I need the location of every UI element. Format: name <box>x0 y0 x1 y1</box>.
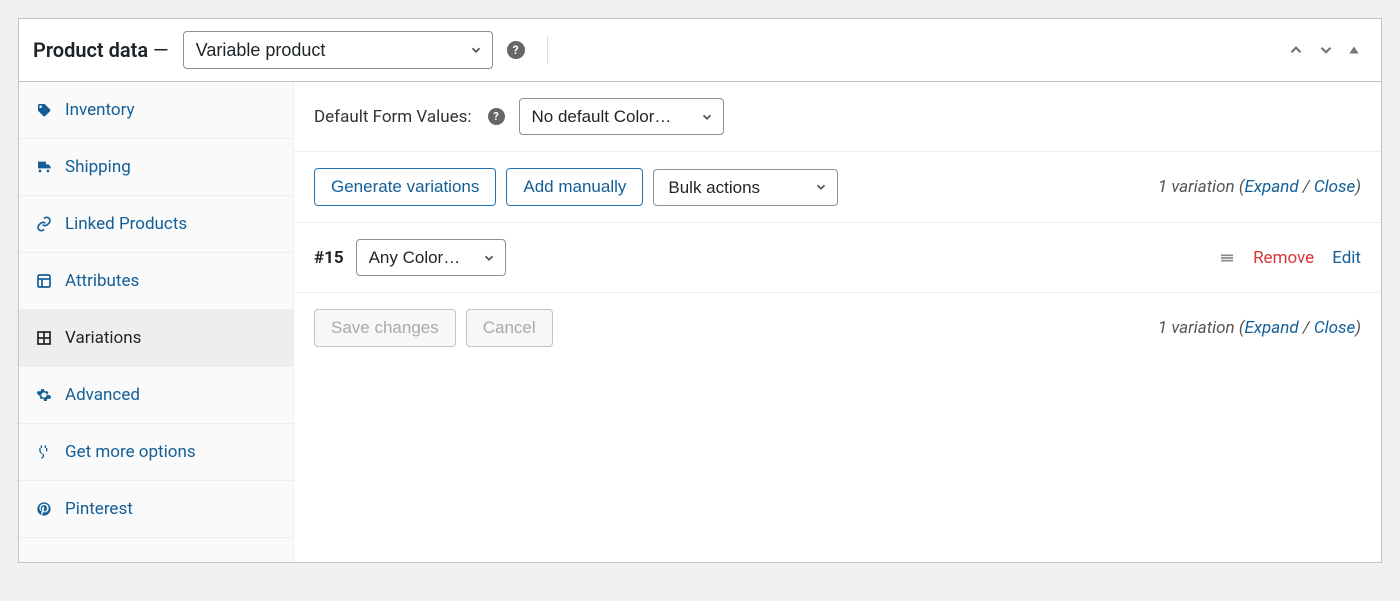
panel-down-button[interactable] <box>1311 37 1341 63</box>
sidebar-item-label: Variations <box>65 328 141 348</box>
sidebar-item-shipping[interactable]: Shipping <box>19 139 293 196</box>
edit-variation-link[interactable]: Edit <box>1332 248 1361 268</box>
sidebar: Inventory Shipping Linked Products Attri… <box>19 82 294 562</box>
link-icon <box>35 216 53 232</box>
variation-count: 1 variation <box>1158 177 1235 197</box>
sidebar-item-attributes[interactable]: Attributes <box>19 253 293 310</box>
plug-icon <box>35 444 53 460</box>
close-link[interactable]: Close <box>1314 177 1355 197</box>
panel-toggle-button[interactable] <box>1341 39 1367 61</box>
title-dash: — <box>148 38 169 62</box>
sidebar-item-get-more-options[interactable]: Get more options <box>19 424 293 481</box>
truck-icon <box>35 159 53 175</box>
remove-variation-link[interactable]: Remove <box>1253 248 1314 268</box>
variation-count-status-bottom: 1 variation (Expand / Close) <box>1158 318 1361 338</box>
sidebar-item-advanced[interactable]: Advanced <box>19 367 293 424</box>
product-type-select[interactable]: Variable product <box>183 31 493 69</box>
panel-body: Inventory Shipping Linked Products Attri… <box>19 82 1381 562</box>
help-icon[interactable]: ? <box>507 41 525 59</box>
grid-icon <box>35 330 53 346</box>
pinterest-icon <box>35 501 53 517</box>
sidebar-item-inventory[interactable]: Inventory <box>19 82 293 139</box>
variation-count: 1 variation <box>1158 318 1235 338</box>
default-color-select-wrap: No default Color… <box>519 98 724 135</box>
variation-count-status: 1 variation (Expand / Close) <box>1158 177 1361 197</box>
sidebar-item-label: Attributes <box>65 271 139 291</box>
sidebar-item-label: Get more options <box>65 442 196 462</box>
bulk-actions-select-wrap: Bulk actions <box>653 169 838 206</box>
variation-row[interactable]: #15 Any Color… Remove Edit <box>294 223 1381 293</box>
sidebar-item-linked-products[interactable]: Linked Products <box>19 196 293 253</box>
variation-attr-select-wrap: Any Color… <box>356 239 506 276</box>
variation-id: #15 <box>314 248 344 268</box>
default-form-values-label: Default Form Values: <box>314 107 472 127</box>
generate-variations-button[interactable]: Generate variations <box>314 168 496 206</box>
close-link[interactable]: Close <box>1314 318 1355 338</box>
variations-toolbar-row: Generate variations Add manually Bulk ac… <box>294 152 1381 223</box>
product-type-select-wrap: Variable product <box>183 31 493 69</box>
cancel-button[interactable]: Cancel <box>466 309 553 347</box>
drag-handle-icon[interactable] <box>1219 250 1235 266</box>
bulk-actions-select[interactable]: Bulk actions <box>653 169 838 206</box>
variation-attr-select[interactable]: Any Color… <box>356 239 506 276</box>
footer-row: Save changes Cancel 1 variation (Expand … <box>294 293 1381 363</box>
expand-link[interactable]: Expand <box>1244 177 1298 197</box>
sidebar-item-label: Linked Products <box>65 214 187 234</box>
sidebar-item-label: Shipping <box>65 157 131 177</box>
product-data-panel: Product data — Variable product ? <box>18 18 1382 563</box>
default-form-values-row: Default Form Values: ? No default Color… <box>294 82 1381 152</box>
panel-title-text: Product data <box>33 38 148 62</box>
panel-up-button[interactable] <box>1281 37 1311 63</box>
panel-title: Product data — <box>33 38 169 62</box>
expand-link[interactable]: Expand <box>1244 318 1298 338</box>
list-icon <box>35 273 53 289</box>
sidebar-item-label: Advanced <box>65 385 140 405</box>
sidebar-item-pinterest[interactable]: Pinterest <box>19 481 293 538</box>
main-content: Default Form Values: ? No default Color…… <box>294 82 1381 562</box>
sidebar-item-variations[interactable]: Variations <box>19 310 293 367</box>
gear-icon <box>35 387 53 403</box>
vertical-separator <box>547 36 548 64</box>
tag-icon <box>35 102 53 118</box>
panel-header: Product data — Variable product ? <box>19 19 1381 82</box>
default-color-select[interactable]: No default Color… <box>519 98 724 135</box>
sidebar-item-label: Pinterest <box>65 499 133 519</box>
sidebar-item-label: Inventory <box>65 100 135 120</box>
help-icon[interactable]: ? <box>488 108 505 125</box>
add-manually-button[interactable]: Add manually <box>506 168 643 206</box>
save-changes-button[interactable]: Save changes <box>314 309 456 347</box>
